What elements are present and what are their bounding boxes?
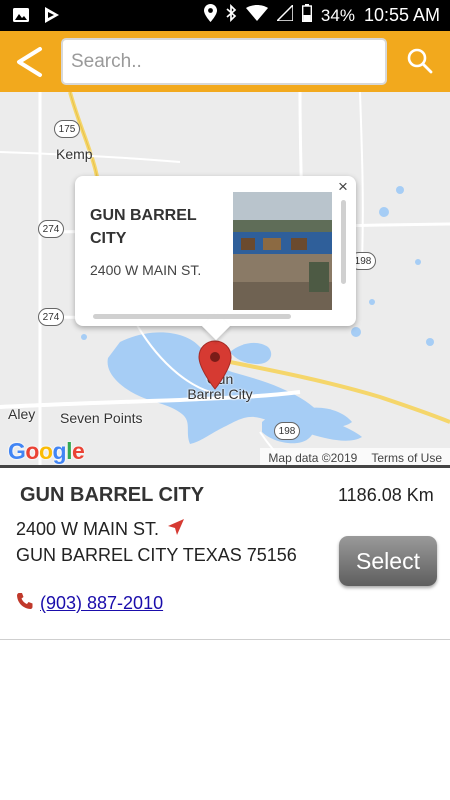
back-chevron-icon [17,47,42,77]
navigation-arrow-icon[interactable] [167,518,185,541]
battery-percent: 34% [320,5,355,25]
highway-shield: 274 [38,308,64,326]
map-marker[interactable] [198,340,232,390]
info-window-title: GUN BARREL CITY [90,207,197,247]
wifi-icon [245,4,268,27]
play-store-icon [44,6,60,29]
map-label-aley: Aley [8,406,36,422]
bluetooth-icon [226,3,237,27]
search-input[interactable] [63,40,385,83]
battery-icon [301,4,312,27]
signal-icon [275,3,294,26]
terms-of-use-link[interactable]: Terms of Use [371,451,442,465]
location-phone-row: (903) 887-2010 [16,592,163,615]
distance-label: 1186.08 Km [338,485,434,505]
map-label-seven-points: Seven Points [60,410,143,426]
phone-icon [16,592,34,615]
map-info-window[interactable]: GUN BARREL CITY 2400 W MAIN ST. × [75,176,356,341]
back-button[interactable] [10,42,48,82]
map-pin-icon [198,340,232,390]
map-data-label: Map data ©2019 [268,451,358,465]
search-icon [407,48,433,74]
location-address: 2400 W MAIN ST. [16,519,160,539]
close-icon[interactable]: × [334,178,352,196]
map-view[interactable]: Kemp Aley Seven Points Gun Barrel City 1… [0,92,450,468]
select-button[interactable]: Select [339,536,437,586]
search-button[interactable] [402,43,438,79]
highway-shield: 274 [38,220,64,238]
location-city-state-zip: GUN BARREL CITY TEXAS 75156 [16,545,297,565]
location-name: GUN BARREL CITY [20,484,205,506]
status-bar: 34% 10:55 AM [0,0,450,31]
search-box[interactable] [61,38,387,85]
google-logo: Google [8,438,85,464]
phone-link[interactable]: (903) 887-2010 [40,593,163,614]
clock: 10:55 AM [363,5,440,25]
store-photo [233,192,332,310]
highway-shield: 198 [274,422,300,440]
image-icon [12,7,30,28]
location-card: GUN BARREL CITY 2400 W MAIN ST. GUN BARR… [0,468,450,640]
info-window-vertical-scrollbar[interactable] [341,200,346,284]
highway-shield: 175 [54,120,80,138]
info-window-horizontal-scrollbar[interactable] [93,314,291,319]
info-window-address: 2400 W MAIN ST. [90,262,202,278]
location-address-row: 2400 W MAIN ST. [16,518,185,541]
location-icon [203,4,217,27]
toolbar [0,31,450,92]
map-label-kemp: Kemp [56,146,93,162]
